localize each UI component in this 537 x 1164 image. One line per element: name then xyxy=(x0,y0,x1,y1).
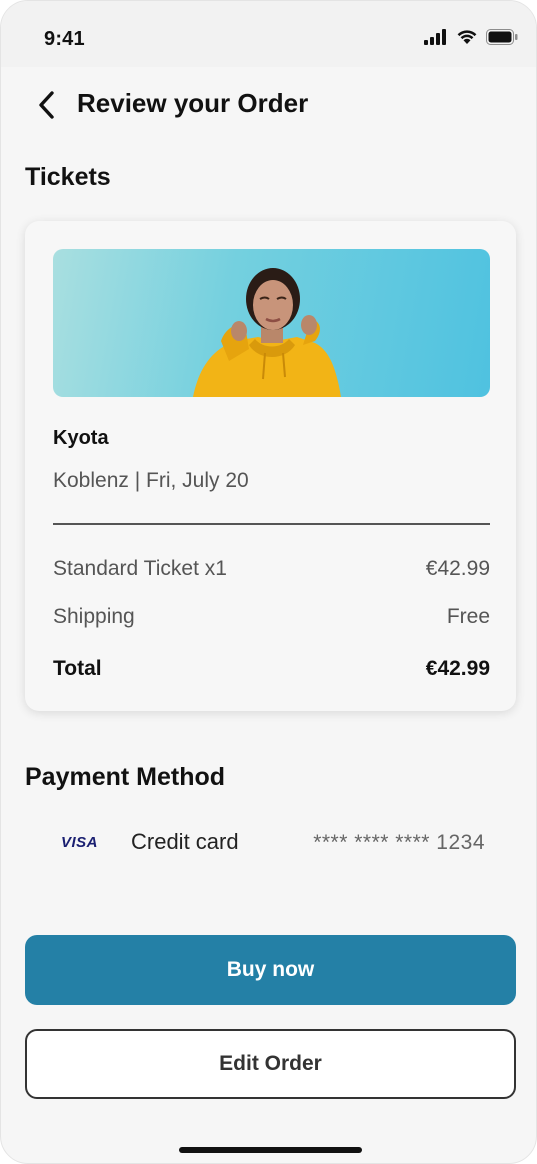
line-item-value: €42.99 xyxy=(425,557,490,580)
total-row: Total €42.99 xyxy=(53,657,490,681)
line-item-shipping: Shipping Free xyxy=(53,605,490,629)
ticket-card: Kyota Koblenz | Fri, July 20 Standard Ti… xyxy=(25,221,516,711)
divider xyxy=(53,523,490,525)
status-time: 9:41 xyxy=(44,28,85,50)
line-item-value: Free xyxy=(446,605,490,628)
event-image xyxy=(53,249,490,397)
event-name: Kyota xyxy=(53,427,109,449)
total-value: €42.99 xyxy=(425,657,490,680)
artist-illustration xyxy=(193,268,341,397)
header: Review your Order xyxy=(1,81,536,129)
payment-method-row[interactable]: VISA Credit card **** **** **** 1234 xyxy=(1,827,536,861)
battery-icon xyxy=(486,29,518,45)
masked-card-number: **** **** **** 1234 xyxy=(313,831,485,854)
buy-now-button[interactable]: Buy now xyxy=(25,935,516,1005)
phone-screen: 9:41 Review your Order Tickets Kyota Kob… xyxy=(0,0,537,1164)
status-bar: 9:41 xyxy=(1,1,536,67)
payment-section-title: Payment Method xyxy=(25,763,226,791)
home-indicator xyxy=(179,1147,362,1153)
status-icons xyxy=(424,29,518,45)
page-title: Review your Order xyxy=(77,88,309,118)
wifi-icon xyxy=(457,30,477,44)
payment-method-label: Credit card xyxy=(131,829,239,854)
back-button[interactable] xyxy=(31,89,61,121)
line-item-label: Standard Ticket x1 xyxy=(53,557,227,580)
total-label: Total xyxy=(53,657,102,680)
line-item-ticket: Standard Ticket x1 €42.99 xyxy=(53,557,490,581)
edit-order-button[interactable]: Edit Order xyxy=(25,1029,516,1099)
tickets-section-title: Tickets xyxy=(25,163,111,191)
visa-logo: VISA xyxy=(61,834,99,851)
line-item-label: Shipping xyxy=(53,605,135,628)
cellular-signal-icon xyxy=(424,29,446,45)
event-location-date: Koblenz | Fri, July 20 xyxy=(53,469,249,492)
chevron-left-icon xyxy=(39,91,54,119)
